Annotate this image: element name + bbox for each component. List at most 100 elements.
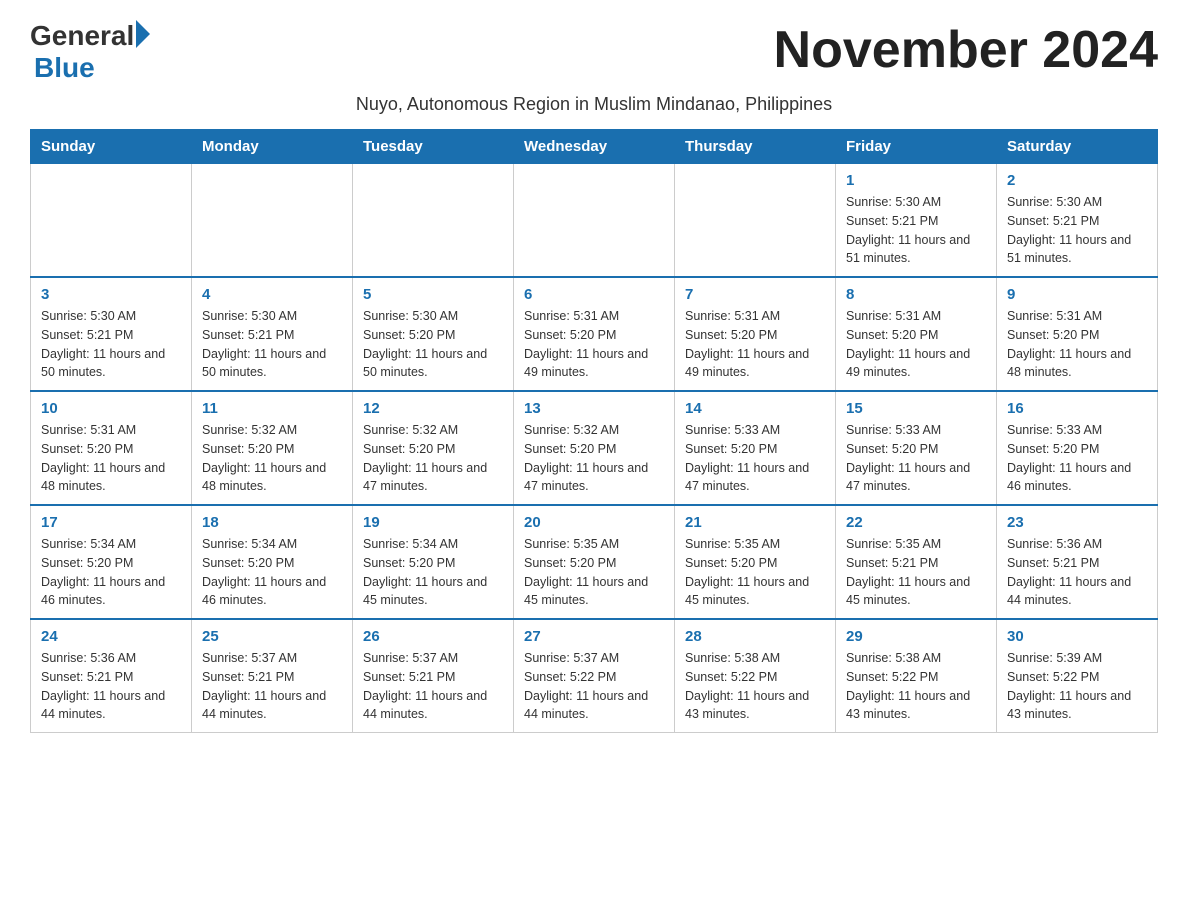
calendar-cell: 18 Sunrise: 5:34 AMSunset: 5:20 PMDayligh… [192, 505, 353, 619]
day-number: 18 [202, 514, 342, 531]
calendar-cell: 5 Sunrise: 5:30 AMSunset: 5:20 PMDaylight… [353, 277, 514, 391]
header-wednesday: Wednesday [514, 130, 675, 164]
day-number: 12 [363, 400, 503, 417]
day-number: 24 [41, 628, 181, 645]
day-info: Sunrise: 5:30 AMSunset: 5:21 PMDaylight:… [41, 307, 181, 382]
calendar-cell: 4 Sunrise: 5:30 AMSunset: 5:21 PMDaylight… [192, 277, 353, 391]
calendar-cell: 26 Sunrise: 5:37 AMSunset: 5:21 PMDayligh… [353, 619, 514, 733]
day-info: Sunrise: 5:34 AMSunset: 5:20 PMDaylight:… [41, 535, 181, 610]
day-info: Sunrise: 5:34 AMSunset: 5:20 PMDaylight:… [202, 535, 342, 610]
day-number: 6 [524, 286, 664, 303]
day-info: Sunrise: 5:33 AMSunset: 5:20 PMDaylight:… [1007, 421, 1147, 496]
header-saturday: Saturday [997, 130, 1158, 164]
day-info: Sunrise: 5:35 AMSunset: 5:20 PMDaylight:… [524, 535, 664, 610]
day-info: Sunrise: 5:31 AMSunset: 5:20 PMDaylight:… [685, 307, 825, 382]
day-info: Sunrise: 5:35 AMSunset: 5:21 PMDaylight:… [846, 535, 986, 610]
day-info: Sunrise: 5:30 AMSunset: 5:21 PMDaylight:… [202, 307, 342, 382]
day-info: Sunrise: 5:38 AMSunset: 5:22 PMDaylight:… [846, 649, 986, 724]
day-info: Sunrise: 5:31 AMSunset: 5:20 PMDaylight:… [846, 307, 986, 382]
header-thursday: Thursday [675, 130, 836, 164]
day-number: 4 [202, 286, 342, 303]
calendar-cell: 12 Sunrise: 5:32 AMSunset: 5:20 PMDayligh… [353, 391, 514, 505]
day-number: 22 [846, 514, 986, 531]
logo-triangle-icon [136, 20, 150, 48]
page-header: General Blue November 2024 [30, 20, 1158, 84]
day-info: Sunrise: 5:39 AMSunset: 5:22 PMDaylight:… [1007, 649, 1147, 724]
calendar-cell: 14 Sunrise: 5:33 AMSunset: 5:20 PMDayligh… [675, 391, 836, 505]
calendar-cell: 1Sunrise: 5:30 AMSunset: 5:21 PMDaylight… [836, 164, 997, 278]
day-number: 25 [202, 628, 342, 645]
day-number: 3 [41, 286, 181, 303]
day-info: Sunrise: 5:35 AMSunset: 5:20 PMDaylight:… [685, 535, 825, 610]
calendar-cell: 2 Sunrise: 5:30 AMSunset: 5:21 PMDaylight… [997, 164, 1158, 278]
calendar-cell [353, 164, 514, 278]
calendar-cell: 23 Sunrise: 5:36 AMSunset: 5:21 PMDayligh… [997, 505, 1158, 619]
day-info: Sunrise: 5:30 AMSunset: 5:21 PMDaylight:… [1007, 193, 1147, 268]
calendar-cell [514, 164, 675, 278]
calendar-cell: 27 Sunrise: 5:37 AMSunset: 5:22 PMDayligh… [514, 619, 675, 733]
calendar-cell: 15Sunrise: 5:33 AMSunset: 5:20 PMDayligh… [836, 391, 997, 505]
logo-general-text: General [30, 20, 134, 52]
calendar-cell: 11Sunrise: 5:32 AMSunset: 5:20 PMDayligh… [192, 391, 353, 505]
calendar-cell: 7 Sunrise: 5:31 AMSunset: 5:20 PMDaylight… [675, 277, 836, 391]
calendar-cell: 29 Sunrise: 5:38 AMSunset: 5:22 PMDayligh… [836, 619, 997, 733]
day-info: Sunrise: 5:31 AMSunset: 5:20 PMDaylight:… [41, 421, 181, 496]
day-number: 2 [1007, 172, 1147, 189]
calendar-cell: 16 Sunrise: 5:33 AMSunset: 5:20 PMDayligh… [997, 391, 1158, 505]
logo-blue-container [134, 24, 150, 48]
header-sunday: Sunday [31, 130, 192, 164]
day-number: 9 [1007, 286, 1147, 303]
day-number: 14 [685, 400, 825, 417]
day-info: Sunrise: 5:38 AMSunset: 5:22 PMDaylight:… [685, 649, 825, 724]
header-tuesday: Tuesday [353, 130, 514, 164]
day-number: 28 [685, 628, 825, 645]
day-info: Sunrise: 5:37 AMSunset: 5:22 PMDaylight:… [524, 649, 664, 724]
day-number: 27 [524, 628, 664, 645]
calendar-cell: 19Sunrise: 5:34 AMSunset: 5:20 PMDayligh… [353, 505, 514, 619]
day-info: Sunrise: 5:30 AMSunset: 5:20 PMDaylight:… [363, 307, 503, 382]
day-number: 23 [1007, 514, 1147, 531]
calendar-cell: 22 Sunrise: 5:35 AMSunset: 5:21 PMDayligh… [836, 505, 997, 619]
day-number: 21 [685, 514, 825, 531]
day-number: 16 [1007, 400, 1147, 417]
day-info: Sunrise: 5:36 AMSunset: 5:21 PMDaylight:… [1007, 535, 1147, 610]
day-number: 10 [41, 400, 181, 417]
calendar-cell: 10 Sunrise: 5:31 AMSunset: 5:20 PMDayligh… [31, 391, 192, 505]
calendar-week-5: 24 Sunrise: 5:36 AMSunset: 5:21 PMDayligh… [31, 619, 1158, 733]
day-info: Sunrise: 5:32 AMSunset: 5:20 PMDaylight:… [524, 421, 664, 496]
day-info: Sunrise: 5:31 AMSunset: 5:20 PMDaylight:… [1007, 307, 1147, 382]
day-number: 7 [685, 286, 825, 303]
logo: General Blue [30, 20, 150, 84]
calendar-cell: 9 Sunrise: 5:31 AMSunset: 5:20 PMDaylight… [997, 277, 1158, 391]
day-info: Sunrise: 5:37 AMSunset: 5:21 PMDaylight:… [202, 649, 342, 724]
calendar-week-4: 17 Sunrise: 5:34 AMSunset: 5:20 PMDayligh… [31, 505, 1158, 619]
day-info: Sunrise: 5:36 AMSunset: 5:21 PMDaylight:… [41, 649, 181, 724]
day-number: 11 [202, 400, 342, 417]
day-number: 29 [846, 628, 986, 645]
day-info: Sunrise: 5:30 AMSunset: 5:21 PMDaylight:… [846, 193, 986, 268]
logo-blue-text: Blue [34, 52, 95, 84]
subtitle: Nuyo, Autonomous Region in Muslim Mindan… [30, 94, 1158, 115]
day-number: 26 [363, 628, 503, 645]
day-info: Sunrise: 5:37 AMSunset: 5:21 PMDaylight:… [363, 649, 503, 724]
calendar-cell: 3 Sunrise: 5:30 AMSunset: 5:21 PMDaylight… [31, 277, 192, 391]
calendar-cell: 17 Sunrise: 5:34 AMSunset: 5:20 PMDayligh… [31, 505, 192, 619]
day-number: 17 [41, 514, 181, 531]
day-info: Sunrise: 5:33 AMSunset: 5:20 PMDaylight:… [685, 421, 825, 496]
day-info: Sunrise: 5:32 AMSunset: 5:20 PMDaylight:… [363, 421, 503, 496]
day-number: 8 [846, 286, 986, 303]
calendar-cell: 28 Sunrise: 5:38 AMSunset: 5:22 PMDayligh… [675, 619, 836, 733]
calendar-cell: 13Sunrise: 5:32 AMSunset: 5:20 PMDayligh… [514, 391, 675, 505]
calendar-cell [31, 164, 192, 278]
calendar-cell: 25 Sunrise: 5:37 AMSunset: 5:21 PMDayligh… [192, 619, 353, 733]
day-number: 5 [363, 286, 503, 303]
calendar-cell: 6Sunrise: 5:31 AMSunset: 5:20 PMDaylight… [514, 277, 675, 391]
header-monday: Monday [192, 130, 353, 164]
calendar-week-2: 3 Sunrise: 5:30 AMSunset: 5:21 PMDaylight… [31, 277, 1158, 391]
day-number: 30 [1007, 628, 1147, 645]
header-friday: Friday [836, 130, 997, 164]
calendar-cell: 30 Sunrise: 5:39 AMSunset: 5:22 PMDayligh… [997, 619, 1158, 733]
calendar-header-row: SundayMondayTuesdayWednesdayThursdayFrid… [31, 130, 1158, 164]
day-number: 15 [846, 400, 986, 417]
calendar-cell: 21 Sunrise: 5:35 AMSunset: 5:20 PMDayligh… [675, 505, 836, 619]
